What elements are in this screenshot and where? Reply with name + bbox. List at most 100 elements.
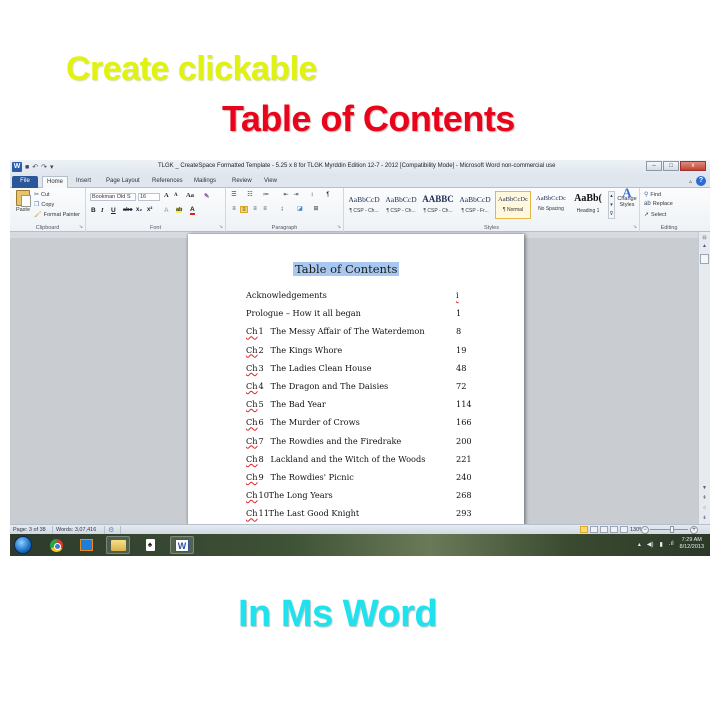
- style-item[interactable]: AaBbCcD ¶ CSP - Ch...: [383, 191, 419, 219]
- underline-button[interactable]: U: [111, 207, 116, 214]
- copy-button[interactable]: ❐ Copy: [34, 201, 54, 209]
- signal-icon[interactable]: .ıl: [669, 541, 674, 547]
- toc-entry[interactable]: Acknowledgements i: [246, 290, 476, 302]
- superscript-button[interactable]: x²: [147, 207, 152, 213]
- toc-entry[interactable]: Ch8 Lackland and the Witch of the Woods 22…: [246, 454, 476, 466]
- scroll-down-icon[interactable]: ▼: [700, 484, 709, 492]
- toc-entry[interactable]: Ch11The Last Good Knight 293: [246, 508, 476, 520]
- taskbar-media-player[interactable]: [74, 536, 98, 554]
- minimize-ribbon-icon[interactable]: ▵: [689, 178, 692, 185]
- dialog-launcher-icon[interactable]: ↘: [79, 224, 83, 230]
- style-item[interactable]: AaBbCcDc No Spacing: [533, 191, 569, 219]
- line-spacing-icon[interactable]: ↨: [278, 206, 286, 213]
- toc-entry[interactable]: Ch6 The Murder of Crows 166: [246, 417, 476, 429]
- tab-review[interactable]: Review: [228, 176, 256, 188]
- font-family-select[interactable]: Bookman Old S: [90, 193, 136, 201]
- dialog-launcher-icon[interactable]: ↘: [633, 224, 637, 230]
- justify-icon[interactable]: ≡: [261, 206, 269, 213]
- toc-entry[interactable]: Ch5 The Bad Year 114: [246, 399, 476, 411]
- outline-view-icon[interactable]: [610, 526, 618, 533]
- previous-page-icon[interactable]: ⇞: [700, 494, 709, 502]
- subscript-button[interactable]: x₂: [136, 207, 142, 213]
- clock[interactable]: 7:29 AM 8/12/2013: [680, 537, 704, 551]
- proofing-icon[interactable]: ⚙: [108, 526, 114, 534]
- show-hidden-icons[interactable]: ▴: [638, 541, 641, 548]
- toc-entry[interactable]: Ch2 The Kings Whore 19: [246, 345, 476, 357]
- tab-file[interactable]: File: [12, 176, 38, 188]
- vertical-scrollbar[interactable]: ⊟ ▲ ▼ ⇞ ○ ⇟: [698, 232, 710, 532]
- tab-view[interactable]: View: [260, 176, 281, 188]
- toc-entry[interactable]: Ch3 The Ladies Clean House 48: [246, 363, 476, 375]
- ruler-toggle-icon[interactable]: ⊟: [700, 234, 709, 242]
- next-page-icon[interactable]: ⇟: [700, 514, 709, 522]
- cut-button[interactable]: ✂ Cut: [34, 191, 50, 199]
- zoom-out-button[interactable]: −: [641, 526, 649, 534]
- shading-icon[interactable]: ◪: [296, 206, 304, 213]
- maximize-button[interactable]: □: [663, 161, 679, 171]
- tab-page-layout[interactable]: Page Layout: [102, 176, 144, 188]
- style-item[interactable]: AABBC ¶ CSP - Ch...: [420, 191, 456, 219]
- style-item[interactable]: AaBb( Heading 1: [570, 191, 606, 219]
- change-case-button[interactable]: Aa: [186, 192, 194, 199]
- draft-view-icon[interactable]: [620, 526, 628, 533]
- taskbar-word[interactable]: W: [170, 536, 194, 554]
- network-icon[interactable]: ▮: [660, 541, 663, 548]
- word-count[interactable]: Words: 3,07,416: [56, 527, 96, 533]
- highlight-color-button[interactable]: ab: [176, 207, 183, 213]
- format-painter-button[interactable]: 🖌 Format Painter: [34, 211, 80, 219]
- style-item-normal[interactable]: AaBbCcDc ¶ Normal: [495, 191, 531, 219]
- multilevel-list-icon[interactable]: ≔: [262, 192, 270, 199]
- print-layout-view-icon[interactable]: [580, 526, 588, 533]
- tab-mailings[interactable]: Mailings: [190, 176, 220, 188]
- toc-entry[interactable]: Prologue – How it all began 1: [246, 308, 476, 320]
- align-center-icon[interactable]: ≡: [240, 206, 248, 213]
- zoom-slider-thumb[interactable]: [670, 526, 674, 533]
- toc-entry[interactable]: Ch9 The Rowdies' Picnic 240: [246, 472, 476, 484]
- align-left-icon[interactable]: ≡: [230, 206, 238, 213]
- borders-icon[interactable]: ⊞: [312, 206, 320, 213]
- replace-button[interactable]: ab Replace: [644, 201, 673, 207]
- decrease-indent-icon[interactable]: ⇤: [282, 192, 290, 199]
- style-item[interactable]: AaBbCcD ¶ CSP - Fr...: [457, 191, 493, 219]
- font-size-select[interactable]: 16: [138, 193, 160, 201]
- clear-formatting-icon[interactable]: ✎: [204, 192, 209, 200]
- bold-button[interactable]: B: [91, 207, 96, 214]
- toc-entry[interactable]: Ch1 The Messy Affair of The Waterdemon 8: [246, 326, 476, 338]
- bullets-icon[interactable]: ☰: [230, 192, 238, 199]
- tab-insert[interactable]: Insert: [72, 176, 95, 188]
- customize-qat-icon[interactable]: ▾: [50, 163, 54, 171]
- toc-entry[interactable]: Ch4 The Dragon and The Daisies 72: [246, 381, 476, 393]
- taskbar-solitaire[interactable]: ♠: [138, 536, 162, 554]
- text-effects-icon[interactable]: A: [164, 207, 169, 214]
- toc-entry[interactable]: Ch10The Long Years 268: [246, 490, 476, 502]
- change-styles-button[interactable]: A Change Styles: [614, 186, 640, 208]
- page-count[interactable]: Page: 3 of 38: [13, 527, 46, 533]
- align-right-icon[interactable]: ≡: [251, 206, 259, 213]
- volume-icon[interactable]: ◀): [647, 541, 654, 548]
- zoom-slider-track[interactable]: [650, 529, 688, 530]
- minimize-button[interactable]: –: [646, 161, 662, 171]
- increase-indent-icon[interactable]: ⇥: [292, 192, 300, 199]
- web-layout-view-icon[interactable]: [600, 526, 608, 533]
- font-color-button[interactable]: A: [190, 206, 195, 215]
- taskbar-chrome[interactable]: [44, 536, 68, 554]
- italic-button[interactable]: I: [101, 207, 104, 214]
- taskbar-file-explorer[interactable]: [106, 536, 130, 554]
- strikethrough-button[interactable]: abc: [123, 207, 132, 213]
- numbering-icon[interactable]: ☷: [246, 192, 254, 199]
- dialog-launcher-icon[interactable]: ↘: [219, 224, 223, 230]
- undo-icon[interactable]: ↶: [32, 163, 38, 171]
- toc-entry[interactable]: Ch7 The Rowdies and the Firedrake 200: [246, 436, 476, 448]
- save-icon[interactable]: ■: [25, 164, 29, 171]
- word-app-icon[interactable]: W: [12, 162, 22, 172]
- full-screen-reading-view-icon[interactable]: [590, 526, 598, 533]
- help-icon[interactable]: ?: [696, 176, 706, 186]
- show-formatting-button[interactable]: ¶: [324, 192, 332, 199]
- find-button[interactable]: ⚲ Find: [644, 191, 661, 199]
- browse-object-icon[interactable]: ○: [700, 504, 709, 512]
- shrink-font-button[interactable]: A: [174, 193, 178, 198]
- scrollbar-thumb[interactable]: [700, 254, 709, 264]
- tab-home[interactable]: Home: [42, 176, 69, 188]
- paste-button[interactable]: Paste: [13, 190, 33, 213]
- dialog-launcher-icon[interactable]: ↘: [337, 224, 341, 230]
